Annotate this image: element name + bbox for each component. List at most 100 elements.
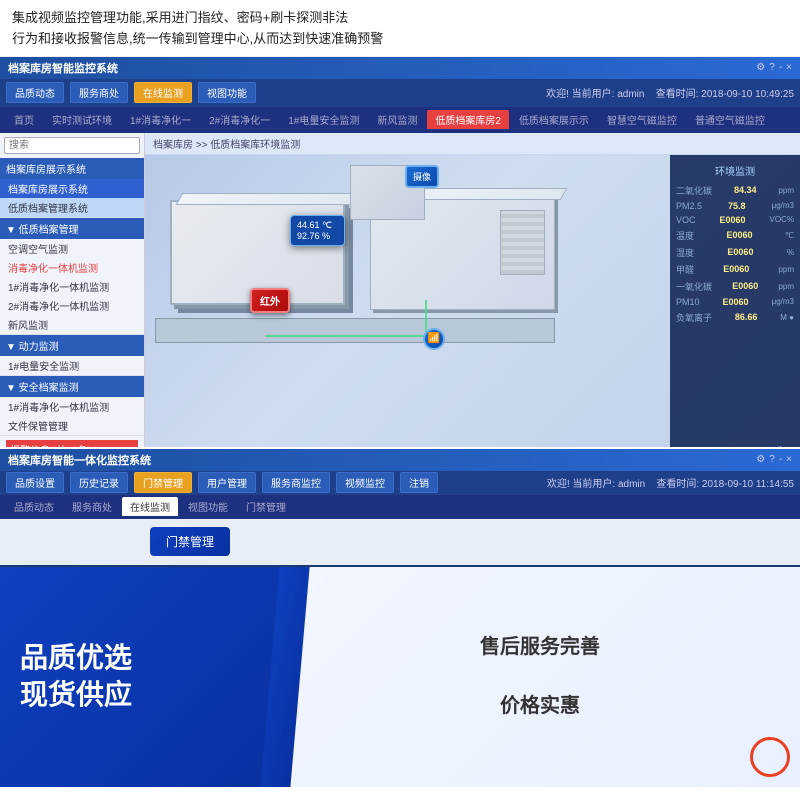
env-negative-ions: 负氧离子 86.66 M ● [676,311,794,324]
sys-title: 档案库房智能监控系统 [8,60,118,76]
tab-normal-air[interactable]: 普通空气磁监控 [687,110,773,129]
env-co: 一氧化碳 E0060 ppm [676,280,794,293]
second-btn-history[interactable]: 历史记录 [70,472,128,493]
promo-line1: 品质优选 [20,640,260,676]
second-tab-service[interactable]: 服务商处 [64,497,120,516]
sidebar-search-area [0,133,144,158]
bottom-banner: 品质优选 现货供应 售后服务完善 价格实惠 [0,567,800,787]
gear-icon[interactable]: ⚙ [756,62,765,73]
banner-line2: 行为和接收报警信息,统一传输到管理中心,从而达到快速准确预警 [12,29,788,50]
sidebar-section-title-power[interactable]: ▼ 动力监测 [0,335,144,356]
floorplan-area: 44.61 ℃ 92.76 % 红外 摄像 📶 [145,155,800,447]
sys-titlebar: 档案库房智能监控系统 ⚙ ? - × [0,57,800,79]
temp-humidity-sensor[interactable]: 44.61 ℃ 92.76 % [290,215,345,246]
tab-airflow[interactable]: 新风监测 [369,110,425,129]
second-minimize-icon[interactable]: ? [769,454,775,465]
search-input[interactable] [4,137,140,154]
env-panel: 环境监测 二氧化碳 84.34 ppm PM2.5 75.8 μg/m3 VOC… [670,155,800,447]
promo-sub-line2: 价格实惠 [480,691,600,721]
env-humidity: 湿度 E0060 % [676,246,794,259]
second-btn-access[interactable]: 门禁管理 [134,472,192,493]
second-btn-settings[interactable]: 品质设置 [6,472,64,493]
tab-purify2[interactable]: 2#消毒净化一 [201,110,278,129]
sidebar-section-title-security[interactable]: ▼ 安全档案监测 [0,376,144,397]
promo-right-section: 售后服务完善 价格实惠 [280,567,800,787]
toolbar-btn-service[interactable]: 服务商处 [70,82,128,103]
tab-home[interactable]: 首页 [6,110,42,129]
banner-line1: 集成视频监控管理功能,采用进门指纹、密码+刷卡探测非法 [12,8,788,29]
env-voc: VOC E0060 VOC% [676,215,794,225]
tab-archive-low[interactable]: 低质档案库房2 [427,110,509,129]
second-sys-title: 档案库房智能一体化监控系统 [8,452,151,468]
tab-smart-air[interactable]: 智慧空气磁监控 [599,110,685,129]
second-gear-icon[interactable]: ⚙ [756,454,765,465]
toolbar-btn-view[interactable]: 视图功能 [198,82,256,103]
archive-system: 档案库房智能监控系统 ⚙ ? - × 品质动态 服务商处 在线监测 视图功能 欢… [0,57,800,447]
close-icon[interactable]: × [786,62,792,73]
sidebar-item-elec[interactable]: 1#电量安全监测 [0,356,144,375]
humidity-value: 92.76 % [297,231,338,241]
sidebar-section-display: 档案库房展示系统 档案库房展示系统 低质档案管理系统 [0,158,144,218]
wifi-icon: 📶 [428,333,440,344]
env-co2: 二氧化碳 84.34 ppm [676,184,794,197]
env-panel-title: 环境监测 [676,163,794,178]
minimize-icon[interactable]: ? [769,62,775,73]
promo-sub-line1: 售后服务完善 [480,632,600,662]
second-sys-titlebar: 档案库房智能一体化监控系统 ⚙ ? - × [0,449,800,471]
infrared-sensor[interactable]: 红外 [250,288,290,313]
sys-toolbar: 品质动态 服务商处 在线监测 视图功能 欢迎! 当前用户: admin 查看时间… [0,79,800,107]
sidebar-item-lowq[interactable]: 低质档案管理系统 [0,198,144,217]
second-content-area: 门禁管理 [0,519,800,565]
main-content: 档案库房展示系统 档案库房展示系统 低质档案管理系统 ▼ 低质档案管理 空调空气… [0,133,800,447]
second-system: 档案库房智能一体化监控系统 ⚙ ? - × 品质设置 历史记录 门禁管理 用户管… [0,447,800,567]
env-pm25: PM2.5 75.8 μg/m3 [676,201,794,211]
sidebar-item-purify2[interactable]: 2#消毒净化一体机监测 [0,296,144,315]
second-tab-quality[interactable]: 品质动态 [6,497,62,516]
user-info: 欢迎! 当前用户: admin 查看时间: 2018-09-10 10:49:2… [546,85,794,100]
sidebar-section-power: ▼ 动力监测 1#电量安全监测 [0,335,144,376]
window-controls: ⚙ ? - × [756,62,792,73]
maximize-icon[interactable]: - [779,62,782,73]
sidebar-item-purify1[interactable]: 1#消毒净化一体机监测 [0,277,144,296]
second-btn-users[interactable]: 用户管理 [198,472,256,493]
second-access-badge: 门禁管理 [150,527,230,556]
second-window-controls: ⚙ ? - × [756,454,792,465]
env-pm10: PM10 E0060 μg/m3 [676,297,794,307]
sidebar-item-sec-purify[interactable]: 1#消毒净化一体机监测 [0,397,144,416]
tab-power[interactable]: 1#电量安全监测 [280,110,367,129]
env-formaldehyde: 甲醛 E0060 ppm [676,263,794,276]
env-temp: 温度 E0060 ℃ [676,229,794,242]
second-tab-view[interactable]: 视图功能 [180,497,236,516]
second-maximize-icon[interactable]: - [779,454,782,465]
tab-realtime[interactable]: 实时测试环境 [44,110,120,129]
second-btn-logout[interactable]: 注销 [400,472,438,493]
second-breadcrumb-nav: 门禁管理 [246,499,286,514]
wifi-sensor[interactable]: 📶 [423,328,445,350]
toolbar-btn-monitor[interactable]: 在线监测 [134,82,192,103]
infrared-label: 红外 [260,297,280,308]
second-nav-tabs: 品质动态 服务商处 在线监测 视图功能 门禁管理 [0,495,800,519]
sidebar-item-display[interactable]: 档案库房展示系统 [0,179,144,198]
tab-purify1[interactable]: 1#消毒净化一 [122,110,199,129]
promo-line2: 现货供应 [20,677,260,713]
sidebar-item-purify-unit[interactable]: 消毒净化一体机监测 [0,258,144,277]
sidebar-section-security: ▼ 安全档案监测 1#消毒净化一体机监测 文件保管管理 [0,376,144,436]
sidebar-item-ventilation[interactable]: 新风监测 [0,315,144,334]
sidebar-item-aircon[interactable]: 空调空气监测 [0,239,144,258]
toolbar-btn-quality[interactable]: 品质动态 [6,82,64,103]
second-tab-access[interactable]: 在线监测 [122,497,178,516]
camera-sensor[interactable]: 摄像 [405,165,439,188]
sidebar-section-title-monitor[interactable]: ▼ 低质档案管理 [0,218,144,239]
breadcrumb: 档案库房 >> 低质档案库环境监测 [145,133,800,155]
sidebar-item-file-mgmt[interactable]: 文件保管管理 [0,416,144,435]
promo-main-text: 品质优选 现货供应 [20,640,260,713]
tab-archive-display[interactable]: 低质档案展示示 [511,110,597,129]
nav-line-h [265,335,425,337]
second-close-icon[interactable]: × [786,454,792,465]
top-banner: 集成视频监控管理功能,采用进门指纹、密码+刷卡探测非法 行为和接收报警信息,统一… [0,0,800,57]
sidebar-section-title-display[interactable]: 档案库房展示系统 [0,158,144,179]
alarm-section: 报警信息 (共41条) 紧急报警 9条 严重报警 1条 主要报警 23条 次要报… [0,436,144,447]
staircase [500,210,545,275]
second-btn-video[interactable]: 视频监控 [336,472,394,493]
second-btn-service[interactable]: 服务商监控 [262,472,330,493]
